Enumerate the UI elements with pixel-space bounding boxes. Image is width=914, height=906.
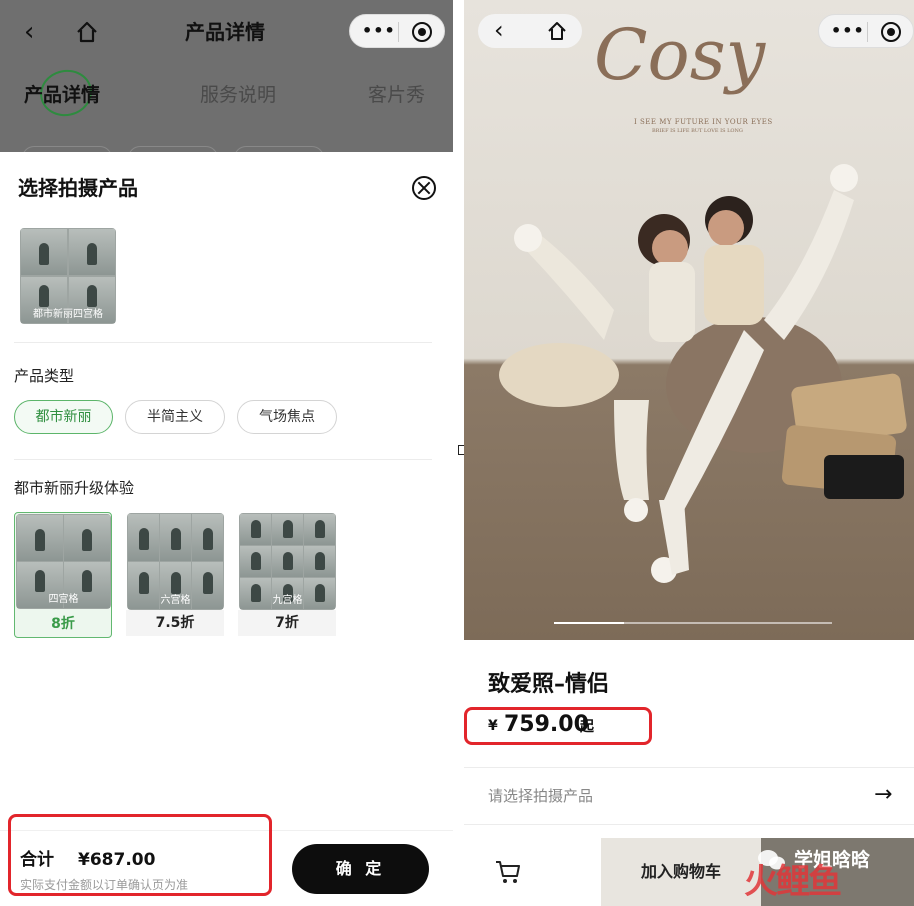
product-thumbnail: 都市新丽四宫格 bbox=[20, 228, 116, 324]
add-to-cart-button[interactable]: 加入购物车 bbox=[601, 838, 761, 906]
chevron-left-icon[interactable]: ‹ bbox=[24, 18, 46, 46]
mini-program-capsule[interactable]: ••• bbox=[818, 14, 914, 48]
product-type-label: 产品类型 bbox=[14, 367, 75, 385]
page-title: 产品详情 bbox=[185, 20, 265, 44]
product-hero-image[interactable]: Cosy I SEE MY FUTURE IN YOUR EYES BRIEF … bbox=[464, 0, 914, 640]
sheet-title: 选择拍摄产品 bbox=[18, 176, 138, 200]
upgrade-option-four[interactable]: 四宫格 8折 bbox=[14, 512, 112, 638]
total-amount: ¥687.00 bbox=[78, 850, 156, 870]
option-caption: 四宫格 bbox=[48, 594, 79, 605]
confirm-button[interactable]: 确 定 bbox=[292, 844, 429, 894]
option-discount: 8折 bbox=[51, 616, 75, 632]
more-icon[interactable]: ••• bbox=[362, 21, 396, 40]
payment-note: 实际支付金额以订单确认页为准 bbox=[20, 878, 189, 892]
close-icon[interactable] bbox=[412, 176, 436, 200]
option-discount: 7折 bbox=[275, 615, 299, 631]
upgrade-option-six[interactable]: 六宫格 7.5折 bbox=[126, 512, 224, 638]
brand-logo: Cosy bbox=[594, 14, 766, 96]
hero-tagline: I SEE MY FUTURE IN YOUR EYES bbox=[634, 118, 773, 126]
product-select-sheet: 选择拍摄产品 都市新丽四宫格 产品类型 都市新丽 半简主义 气场焦点 都市新丽升… bbox=[0, 152, 453, 906]
home-icon[interactable] bbox=[546, 20, 568, 42]
right-screen: Cosy I SEE MY FUTURE IN YOUR EYES BRIEF … bbox=[464, 0, 914, 906]
nav-capsule-left: ‹ bbox=[478, 14, 582, 48]
total-label: 合计 bbox=[20, 850, 54, 870]
dimmed-page-header: ‹ 产品详情 ••• 产品详情 服务说明 客片秀 bbox=[0, 0, 453, 160]
carousel-progress-fill bbox=[554, 622, 624, 624]
select-product-row[interactable]: 请选择拍摄产品 → bbox=[464, 768, 914, 824]
option-discount: 7.5折 bbox=[155, 615, 195, 631]
upgrade-option-nine[interactable]: 九宫格 7折 bbox=[238, 512, 336, 638]
home-icon[interactable] bbox=[74, 18, 100, 46]
type-chip-urban[interactable]: 都市新丽 bbox=[14, 400, 113, 434]
select-product-prompt: 请选择拍摄产品 bbox=[488, 787, 594, 805]
product-price: 759.00 bbox=[504, 712, 589, 737]
option-caption: 九宫格 bbox=[272, 595, 303, 606]
price-suffix: 起 bbox=[580, 719, 594, 735]
mini-program-capsule[interactable]: ••• bbox=[349, 14, 445, 48]
left-screen: ‹ 产品详情 ••• 产品详情 服务说明 客片秀 选择拍摄产品 都市新丽四宫格 … bbox=[0, 0, 453, 906]
close-miniprogram-icon[interactable] bbox=[881, 22, 901, 42]
watermark-logo: 火鲤鱼 bbox=[744, 862, 842, 902]
arrow-right-icon: → bbox=[874, 782, 893, 807]
close-miniprogram-icon[interactable] bbox=[412, 22, 432, 42]
more-icon[interactable]: ••• bbox=[831, 21, 865, 40]
cart-button[interactable] bbox=[464, 838, 600, 906]
carousel-progress bbox=[554, 622, 832, 624]
tab-service-info[interactable]: 服务说明 bbox=[200, 82, 276, 108]
upgrade-label: 都市新丽升级体验 bbox=[14, 479, 135, 497]
thumbnail-caption: 都市新丽四宫格 bbox=[33, 309, 103, 320]
tab-product-detail[interactable]: 产品详情 bbox=[24, 82, 100, 108]
product-title: 致爱照–情侣 bbox=[488, 672, 610, 697]
cart-icon bbox=[496, 861, 520, 883]
chevron-left-icon[interactable]: ‹ bbox=[494, 16, 504, 44]
hero-tagline-small: BRIEF IS LIFE BUT LOVE IS LONG bbox=[652, 128, 743, 134]
option-caption: 六宫格 bbox=[160, 595, 191, 606]
price-currency: ¥ bbox=[488, 718, 498, 734]
type-chip-minimal[interactable]: 半简主义 bbox=[125, 400, 225, 434]
tab-customer-photos[interactable]: 客片秀 bbox=[368, 82, 425, 108]
type-chip-aura[interactable]: 气场焦点 bbox=[237, 400, 337, 434]
